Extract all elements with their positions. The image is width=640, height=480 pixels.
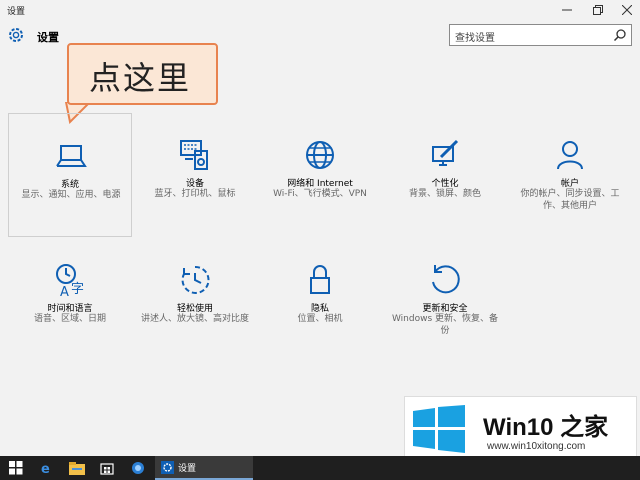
tile-personalization[interactable]: 个性化 背景、锁屏、颜色	[383, 113, 507, 237]
globe-app-icon	[132, 462, 144, 474]
update-icon	[432, 265, 460, 294]
svg-text:字: 字	[71, 282, 84, 297]
close-icon	[622, 5, 632, 15]
tile-description: 显示、通知、应用、电源	[21, 190, 121, 200]
svg-text:e: e	[41, 462, 50, 475]
taskbar-settings[interactable]: 设置	[155, 456, 253, 480]
tile-description: 位置、相机	[297, 314, 343, 324]
tile-description: 背景、锁屏、颜色	[408, 189, 481, 199]
tile-privacy[interactable]: 隐私 位置、相机	[258, 238, 382, 362]
devices-icon	[180, 140, 208, 170]
restore-icon	[593, 5, 603, 15]
window-title: 设置	[7, 7, 26, 17]
tile-description: 语音、区域、日期	[33, 314, 106, 324]
search-input[interactable]: 查找设置	[449, 24, 632, 46]
close-button[interactable]	[612, 0, 640, 20]
search-placeholder: 查找设置	[455, 33, 495, 44]
lock-icon	[310, 265, 330, 294]
globe-icon	[306, 141, 334, 169]
windows-logo-icon	[413, 405, 465, 453]
brand-watermark: Win10 之家 www.win10xitong.com	[404, 396, 637, 460]
taskbar-settings-label: 设置	[178, 463, 197, 474]
tile-time-language[interactable]: A 字 时间和语言 语音、区域、日期	[8, 238, 132, 362]
tile-description: Wi-Fi、飞行模式、VPN	[273, 189, 367, 199]
store-icon	[100, 463, 114, 475]
minimize-button[interactable]	[552, 0, 582, 20]
paintbrush-icon	[432, 139, 459, 166]
tile-system[interactable]: 系统 显示、通知、应用、电源	[8, 113, 132, 237]
taskbar-app[interactable]	[124, 456, 152, 480]
gear-icon	[9, 28, 23, 42]
tile-description: 你的帐户、同步设置、工作、其他用户	[520, 189, 620, 211]
tile-description: Windows 更新、恢复、备份	[391, 314, 499, 336]
time-language-icon: A 字	[56, 264, 84, 300]
maximize-button[interactable]	[583, 0, 613, 20]
settings-gear-icon	[161, 460, 174, 474]
laptop-icon	[56, 145, 87, 167]
page-title: 设置	[37, 31, 59, 44]
taskbar-file-explorer[interactable]	[63, 456, 91, 480]
taskbar-store[interactable]	[93, 456, 121, 480]
tile-description: 蓝牙、打印机、鼠标	[154, 189, 236, 199]
tile-ease-of-access[interactable]: 轻松使用 讲述人、放大镜、高对比度	[133, 238, 257, 362]
tile-accounts[interactable]: 帐户 你的帐户、同步设置、工作、其他用户	[508, 113, 632, 237]
tile-update-security[interactable]: 更新和安全 Windows 更新、恢复、备份	[383, 238, 507, 362]
start-button[interactable]	[0, 456, 32, 480]
callout-box: 点这里	[67, 43, 218, 105]
brand-name: Win10 之家	[483, 414, 609, 441]
taskbar: e 设置	[0, 456, 640, 480]
search-icon[interactable]	[613, 28, 627, 42]
callout-text: 点这里	[89, 59, 192, 97]
title-bar: 设置	[0, 0, 640, 20]
folder-icon	[69, 461, 85, 475]
tile-description: 讲述人、放大镜、高对比度	[141, 314, 250, 324]
brand-url: www.win10xitong.com	[487, 441, 586, 452]
person-icon	[557, 141, 583, 170]
minimize-icon	[562, 9, 572, 11]
windows-start-icon	[9, 461, 23, 475]
edge-browser-icon: e	[41, 462, 50, 475]
tile-devices[interactable]: 设备 蓝牙、打印机、鼠标	[133, 113, 257, 237]
tile-network[interactable]: 网络和 Internet Wi-Fi、飞行模式、VPN	[258, 113, 382, 237]
ease-of-access-icon	[181, 265, 210, 294]
taskbar-edge[interactable]: e	[33, 456, 61, 480]
svg-text:A: A	[60, 285, 69, 300]
